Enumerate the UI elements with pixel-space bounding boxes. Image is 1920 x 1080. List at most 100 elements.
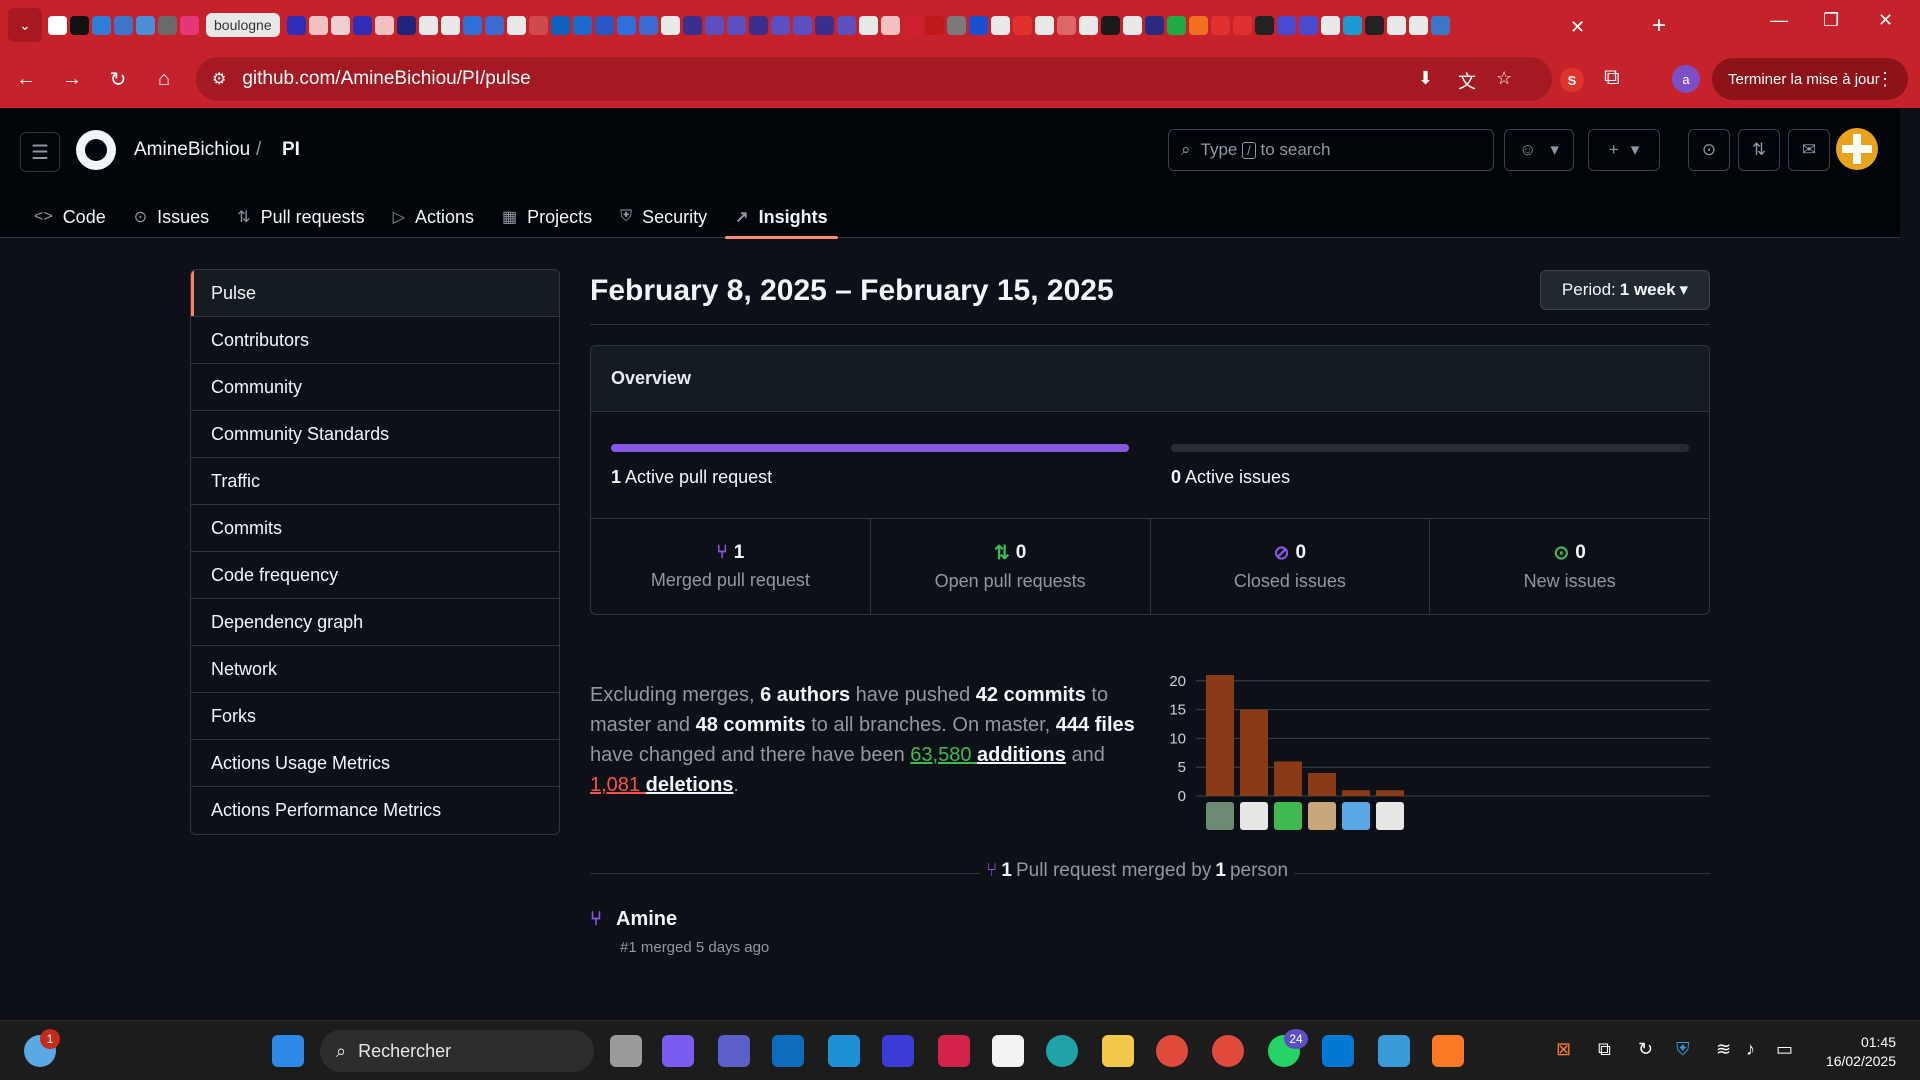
store-icon[interactable] — [992, 1035, 1024, 1067]
additions-link[interactable]: 63,580 — [910, 744, 971, 766]
tab-favicon-icon[interactable] — [858, 15, 878, 35]
tab-favicon-icon[interactable] — [286, 15, 306, 35]
pr-title-link[interactable]: Amine — [616, 908, 677, 931]
author-avatar[interactable] — [1206, 802, 1234, 830]
tab-favicon-icon[interactable] — [440, 15, 460, 35]
forward-button[interactable]: → — [52, 59, 92, 99]
close-tab-icon[interactable]: ✕ — [1570, 17, 1585, 38]
stat-closed-issues[interactable]: ⊘ 0 Closed issues — [1151, 519, 1431, 614]
back-button[interactable]: ← — [6, 59, 46, 99]
chart-bar[interactable] — [1376, 790, 1404, 796]
copilot-app-icon[interactable] — [662, 1035, 694, 1067]
restore-button[interactable]: ❐ — [1823, 10, 1839, 31]
tab-favicon-icon[interactable] — [550, 15, 570, 35]
tab-favicon-icon[interactable] — [1166, 15, 1186, 35]
windows-start-icon[interactable] — [272, 1035, 304, 1067]
tab-favicon-icon[interactable] — [1342, 15, 1362, 35]
tab-actions[interactable]: ▷ Actions — [379, 196, 488, 238]
vscode-icon[interactable] — [1322, 1035, 1354, 1067]
profile-avatar[interactable]: a — [1672, 65, 1700, 93]
tab-issues[interactable]: ⊙ Issues — [120, 196, 223, 238]
side-menu-item[interactable]: Dependency graph — [191, 599, 559, 646]
tab-favicon-icon[interactable] — [1320, 15, 1340, 35]
tab-favicon-icon[interactable] — [1364, 15, 1384, 35]
chrome-icon[interactable] — [1156, 1035, 1188, 1067]
tab-favicon-icon[interactable] — [1386, 15, 1406, 35]
side-menu-item[interactable]: Pulse — [191, 270, 559, 317]
tab-favicon-icon[interactable] — [308, 15, 328, 35]
menu-icon[interactable]: ☰ — [20, 132, 60, 172]
tab-favicon-icon[interactable] — [462, 15, 482, 35]
tab-favicon-icon[interactable] — [1210, 15, 1230, 35]
copy-tray-icon[interactable]: ⧉ — [1598, 1039, 1611, 1060]
extensions-icon[interactable]: ⧉ — [1604, 64, 1620, 90]
tab-favicon-icon[interactable] — [880, 15, 900, 35]
github-logo-icon[interactable] — [76, 130, 116, 170]
tab-pull-requests[interactable]: ⇅ Pull requests — [223, 196, 378, 238]
xampp-icon[interactable] — [1432, 1035, 1464, 1067]
create-new-button[interactable]: + ▾ — [1588, 129, 1660, 171]
tab-favicon-icon[interactable] — [92, 15, 111, 35]
side-menu-item[interactable]: Contributors — [191, 317, 559, 364]
side-menu-item[interactable]: Actions Performance Metrics — [191, 787, 559, 834]
install-app-icon[interactable]: ⬇ — [1418, 68, 1433, 89]
active-pr-link[interactable]: 1 Active pull request — [611, 467, 772, 488]
side-menu-item[interactable]: Forks — [191, 693, 559, 740]
tab-favicon-icon[interactable] — [682, 15, 702, 35]
teams-icon[interactable] — [718, 1035, 750, 1067]
tab-favicon-icon[interactable] — [1144, 15, 1164, 35]
url-text[interactable]: github.com/AmineBichiou/PI/pulse — [242, 68, 530, 90]
more-menu-icon[interactable]: ⋮ — [1876, 69, 1894, 90]
chart-bar[interactable] — [1206, 675, 1234, 796]
side-menu-item[interactable]: Community — [191, 364, 559, 411]
period-dropdown[interactable]: Period: 1 week ▾ — [1540, 270, 1710, 310]
breadcrumb-owner[interactable]: AmineBichiou — [134, 139, 250, 161]
tab-favicon-icon[interactable] — [1188, 15, 1208, 35]
tab-favicon-icon[interactable] — [572, 15, 592, 35]
tab-favicon-icon[interactable] — [1012, 15, 1032, 35]
tab-favicon-icon[interactable] — [770, 15, 790, 35]
tab-favicon-icon[interactable] — [968, 15, 988, 35]
tab-favicon-icon[interactable] — [1276, 15, 1296, 35]
pull-requests-icon[interactable]: ⇅ — [1738, 129, 1780, 171]
author-avatar[interactable] — [1376, 802, 1404, 830]
tab-projects[interactable]: ▦ Projects — [488, 196, 606, 238]
tab-favicon-icon[interactable] — [616, 15, 636, 35]
user-avatar[interactable] — [1836, 128, 1878, 170]
side-menu-item[interactable]: Traffic — [191, 458, 559, 505]
chrome-profile-icon[interactable] — [1212, 1035, 1244, 1067]
tab-favicon-icon[interactable] — [418, 15, 438, 35]
sync-tray-icon[interactable]: ↻ — [1638, 1039, 1653, 1060]
tab-favicon-icon[interactable] — [1122, 15, 1142, 35]
wifi-icon[interactable]: ≋ — [1716, 1039, 1731, 1060]
tab-favicon-icon[interactable] — [902, 15, 922, 35]
active-issues-link[interactable]: 0 Active issues — [1171, 467, 1290, 488]
additions-link-label[interactable]: additions — [977, 744, 1066, 766]
author-avatar[interactable] — [1342, 802, 1370, 830]
desktop-app-icon[interactable] — [828, 1035, 860, 1067]
pinned-tab-label[interactable]: boulogne — [206, 13, 280, 37]
outlook-icon[interactable] — [772, 1035, 804, 1067]
address-bar[interactable]: ⚙ github.com/AmineBichiou/PI/pulse ⬇ 文 ☆ — [196, 57, 1552, 101]
extension-s-icon[interactable]: S — [1560, 68, 1584, 92]
chart-bar[interactable] — [1308, 772, 1336, 796]
tab-favicon-icon[interactable] — [594, 15, 614, 35]
tab-favicon-icon[interactable] — [1034, 15, 1054, 35]
task-view-icon[interactable] — [610, 1035, 642, 1067]
tab-favicon-icon[interactable] — [1078, 15, 1098, 35]
update-button[interactable]: Terminer la mise à jour ⋮ — [1712, 58, 1908, 100]
tab-favicon-icon[interactable] — [506, 15, 526, 35]
tab-favicon-icon[interactable] — [1254, 15, 1274, 35]
tab-favicon-icon[interactable] — [484, 15, 504, 35]
tab-favicon-icon[interactable] — [396, 15, 416, 35]
close-window-button[interactable]: ✕ — [1878, 10, 1893, 31]
security-tray-icon[interactable]: ⛨ — [1676, 1039, 1690, 1060]
tab-favicon-icon[interactable] — [1056, 15, 1076, 35]
author-avatar[interactable] — [1274, 802, 1302, 830]
side-menu-item[interactable]: Network — [191, 646, 559, 693]
tab-favicon-icon[interactable] — [726, 15, 746, 35]
tab-favicon-icon[interactable] — [158, 15, 177, 35]
tab-favicon-icon[interactable] — [836, 15, 856, 35]
new-tab-button[interactable]: + — [1652, 12, 1666, 40]
minimize-button[interactable]: — — [1770, 10, 1788, 31]
